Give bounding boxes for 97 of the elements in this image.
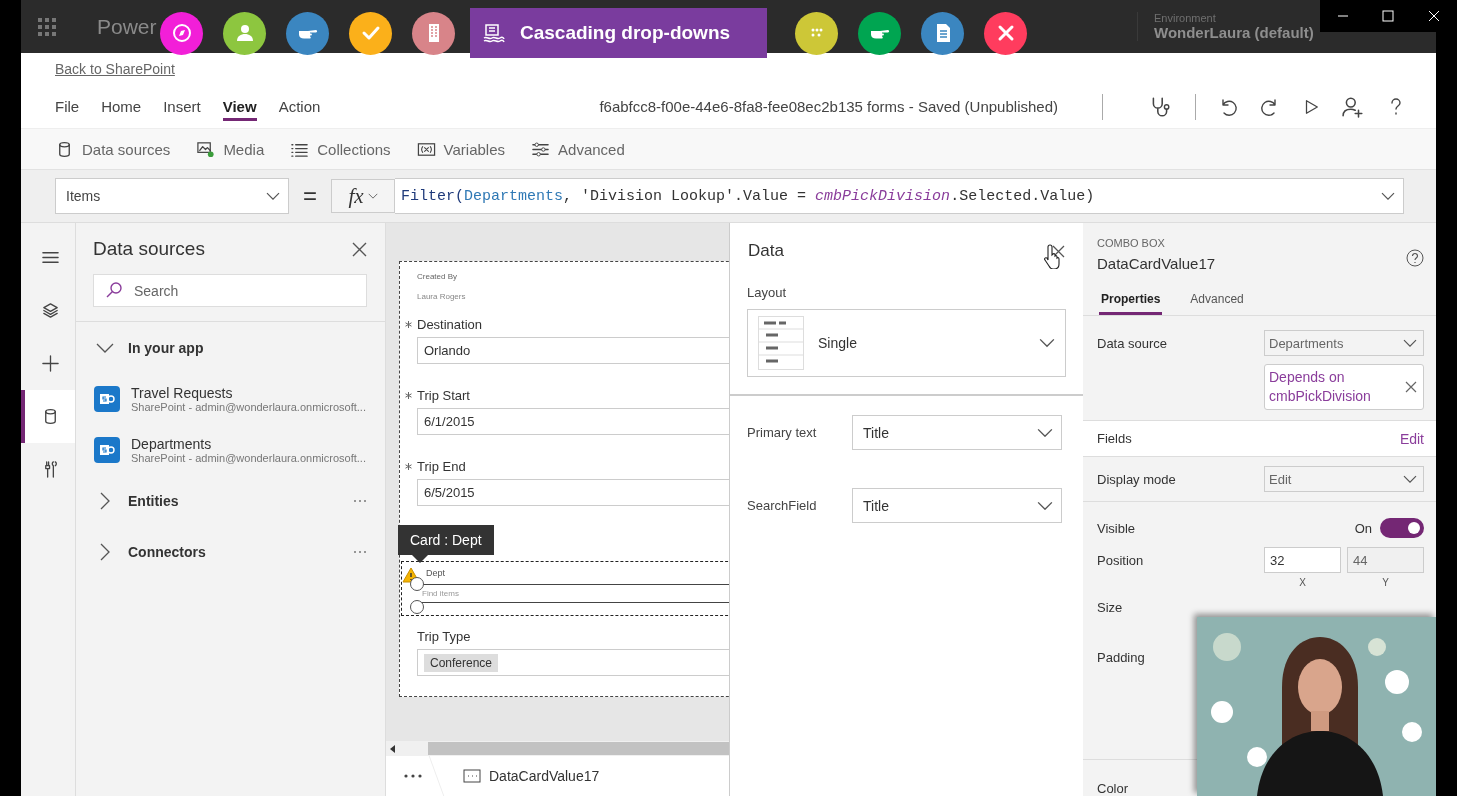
help-icon[interactable] [1406, 249, 1424, 267]
field-label: Dept [425, 567, 446, 580]
layout-dropdown[interactable]: Single [747, 309, 1066, 377]
menu-tab[interactable]: View [222, 92, 257, 121]
dependency-chip: Depends on cmbPickDivision [1264, 364, 1424, 410]
data-source-detail: SharePoint - admin@wonderlaura.onmicrosoft... [131, 451, 366, 464]
field-label: Primary text [747, 425, 818, 440]
ribbon-button[interactable]: Data sources [55, 139, 171, 159]
text-field[interactable]: Orlando [417, 337, 729, 364]
data-source-dropdown[interactable]: Departments [1264, 330, 1424, 356]
search-icon [105, 281, 123, 299]
field-label: Trip End [417, 458, 467, 476]
document-title: f6abfcc8-f00e-44e6-8fa8-fee08ec2b135 forms - Saved (Unpublished) [599, 98, 1058, 115]
field-label: Created By [417, 272, 459, 283]
rail-button[interactable] [21, 390, 75, 443]
toggle-switch[interactable] [1380, 518, 1424, 538]
axis-label: X [1298, 577, 1307, 588]
section-header[interactable]: In your app [76, 322, 385, 373]
formula-field[interactable]: Filter(Departments, 'Division Lookup'.Value = cmbPickDivision.Selected.Value) [395, 178, 1404, 214]
chevron-down-icon [1037, 427, 1053, 438]
number-field[interactable]: 32 [1264, 547, 1341, 573]
data-source-name[interactable]: Departments [131, 435, 366, 452]
chevron-down-icon [1403, 474, 1417, 484]
chevron-down-icon [266, 191, 280, 201]
environment-label: Environment [1154, 12, 1216, 24]
property-label: Size [1097, 600, 1123, 615]
scrollbar[interactable] [428, 742, 729, 755]
property-label: Padding [1097, 650, 1145, 665]
maximize-icon[interactable] [1382, 10, 1395, 22]
resize-handle[interactable] [410, 600, 424, 614]
control-type: COMBO BOX [1097, 237, 1166, 249]
display-mode-dropdown[interactable]: Edit [1264, 466, 1424, 492]
layout-preview-icon [758, 316, 804, 370]
field-label: Trip Type [417, 628, 472, 646]
more-icon[interactable] [404, 774, 422, 778]
panel-title: Data sources [93, 238, 205, 260]
property-dropdown[interactable]: Items [55, 178, 289, 214]
field-label: Layout [747, 285, 787, 300]
chevron-down-icon [1039, 338, 1055, 348]
section-header[interactable]: Connectors [76, 526, 385, 577]
image-icon [196, 139, 216, 159]
data-source-detail: SharePoint - admin@wonderlaura.onmicrosoft... [131, 400, 366, 413]
property-label: Fields [1097, 431, 1132, 446]
data-source-name[interactable]: Travel Requests [131, 384, 366, 401]
menu-tab[interactable]: File [55, 92, 80, 121]
equals-sign: = [302, 182, 318, 210]
add-icon [40, 354, 60, 373]
section-header[interactable]: Entities [76, 475, 385, 526]
text-field[interactable]: 6/5/2015 [417, 479, 729, 506]
field-label: SearchField [747, 498, 818, 513]
chevron-down-icon [367, 193, 378, 199]
text-field[interactable]: 6/1/2015 [417, 408, 729, 435]
search-field[interactable]: Search [93, 274, 367, 307]
close-icon[interactable] [352, 241, 367, 257]
field-dropdown[interactable]: Title [852, 488, 1062, 523]
person-add-icon[interactable] [1342, 95, 1364, 118]
title-banner: Cascading drop-downs [470, 8, 767, 58]
property-label: Data source [1097, 335, 1168, 351]
control-name: DataCardValue17 [1097, 255, 1216, 272]
axis-label: Y [1381, 577, 1390, 588]
panel-tab[interactable]: Advanced [1188, 288, 1246, 315]
function-button[interactable]: fx [331, 179, 395, 213]
property-label: Display mode [1097, 471, 1176, 487]
tooltip: Card : Dept [398, 525, 494, 563]
app-name: Power [97, 14, 157, 39]
menu-tab[interactable]: Action [278, 92, 321, 121]
layers-icon [40, 301, 60, 320]
field-dropdown[interactable]: Title [852, 415, 1062, 450]
menu-tab[interactable]: Insert [163, 92, 201, 121]
panel-title: Data [748, 241, 784, 261]
chevron-down-icon [1403, 338, 1417, 348]
breadcrumb-item[interactable]: DataCardValue17 [463, 768, 600, 784]
ribbon-button[interactable]: Variables [416, 139, 506, 159]
environment-name[interactable]: WonderLaura (default) [1154, 24, 1314, 41]
resize-handle[interactable] [410, 577, 424, 591]
back-link[interactable]: Back to SharePoint [55, 61, 175, 77]
edit-link[interactable]: Edit [1399, 430, 1424, 447]
chevron-down-icon [1381, 191, 1395, 201]
chevron-down-icon [1037, 500, 1053, 511]
close-icon[interactable] [1052, 244, 1065, 258]
toggle-state: On [1354, 520, 1372, 536]
property-label: Position [1097, 553, 1144, 568]
field-label: Destination [417, 316, 484, 334]
ribbon-button[interactable]: Advanced [531, 139, 625, 159]
sliders-icon [531, 139, 551, 159]
field-label: Trip Start [417, 387, 471, 405]
sharepoint-icon [94, 436, 120, 463]
menu-tab[interactable]: Home [101, 92, 142, 121]
ribbon-button[interactable]: Collections [290, 139, 391, 159]
control-icon [463, 769, 481, 783]
panel-tab[interactable]: Properties [1099, 288, 1163, 315]
field-value: Laura Rogers [417, 292, 467, 301]
ribbon-button[interactable]: Media [196, 139, 265, 159]
property-label: Color [1097, 781, 1129, 796]
property-label: Visible [1097, 520, 1136, 536]
app-launcher-icon[interactable] [38, 17, 56, 36]
sharepoint-icon [94, 385, 120, 412]
